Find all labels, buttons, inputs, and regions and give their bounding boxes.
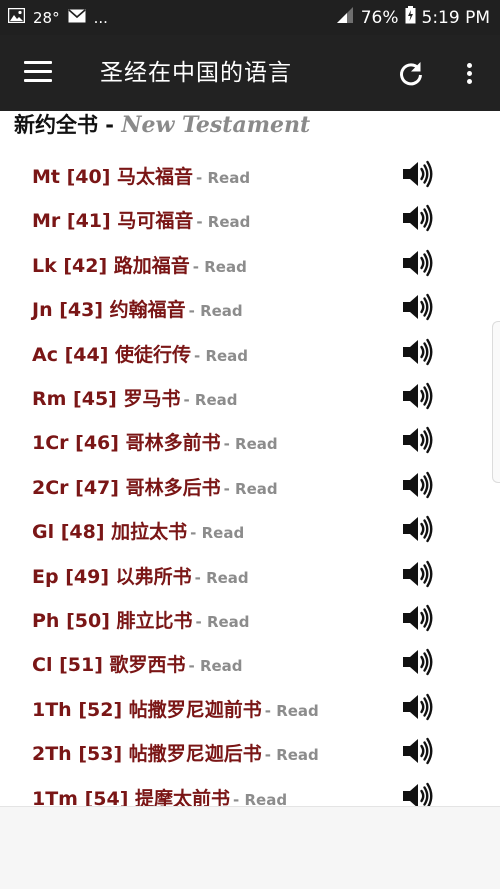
read-link[interactable]: - Read — [189, 302, 243, 320]
battery-percent: 76% — [360, 7, 399, 28]
speaker-icon[interactable] — [402, 736, 434, 766]
read-link[interactable]: - Read — [196, 613, 250, 631]
book-title[interactable]: Gl [48] 加拉太书 - Read — [32, 517, 244, 544]
gallery-icon — [7, 7, 26, 27]
book-row[interactable]: Cl [51] 歌罗西书 - Read — [0, 643, 500, 683]
speaker-icon[interactable] — [402, 647, 434, 677]
book-row[interactable]: 1Tm [54] 提摩太前书 - Read — [0, 777, 500, 806]
book-label: Rm [45] 罗马书 — [32, 388, 181, 410]
read-link[interactable]: - Read — [196, 213, 250, 231]
section-heading-separator: - — [98, 113, 122, 137]
read-link[interactable]: - Read — [265, 746, 319, 764]
book-label: Ep [49] 以弗所书 — [32, 565, 192, 588]
book-title[interactable]: Jn [43] 约翰福音 - Read — [32, 295, 243, 322]
book-label: Mr [41] 马可福音 — [32, 210, 194, 233]
book-label: 1Th [52] 帖撒罗尼迦前书 — [32, 698, 262, 721]
bottom-panel — [0, 806, 500, 889]
read-link[interactable]: - Read — [193, 258, 247, 276]
status-bar: 28° ... 76% 5:19 PM — [0, 0, 500, 35]
menu-icon[interactable] — [24, 61, 54, 85]
book-label: Lk [42] 路加福音 — [32, 254, 190, 277]
book-label: Cl [51] 歌罗西书 — [32, 654, 186, 677]
speaker-icon[interactable] — [402, 781, 434, 806]
signal-icon — [335, 7, 355, 28]
status-right: 76% 5:19 PM — [335, 0, 490, 35]
overflow-menu-icon[interactable] — [462, 59, 476, 89]
book-title[interactable]: 2Th [53] 帖撒罗尼迦后书 - Read — [32, 739, 319, 766]
speaker-icon[interactable] — [402, 203, 434, 233]
speaker-icon[interactable] — [402, 559, 434, 589]
book-title[interactable]: 1Cr [46] 哥林多前书 - Read — [32, 428, 278, 455]
read-link[interactable]: - Read — [195, 569, 249, 587]
speaker-icon[interactable] — [402, 337, 434, 367]
book-row[interactable]: Ph [50] 腓立比书 - Read — [0, 599, 500, 639]
mail-icon — [68, 8, 86, 27]
book-row[interactable]: Ac [44] 使徒行传 - Read — [0, 333, 500, 373]
book-label: Ac [44] 使徒行传 — [32, 343, 192, 366]
read-link[interactable]: - Read — [194, 347, 248, 365]
book-label: 1Cr [46] 哥林多前书 — [32, 432, 221, 455]
book-title[interactable]: Ph [50] 腓立比书 - Read — [32, 606, 250, 633]
clock-text: 5:19 PM — [421, 7, 491, 28]
read-link[interactable]: - Read — [265, 702, 319, 720]
book-title[interactable]: Ep [49] 以弗所书 - Read — [32, 562, 249, 589]
book-row[interactable]: Ep [49] 以弗所书 - Read — [0, 555, 500, 595]
book-row[interactable]: Jn [43] 约翰福音 - Read — [0, 288, 500, 328]
speaker-icon[interactable] — [402, 603, 434, 633]
read-link[interactable]: - Read — [190, 524, 244, 542]
read-link[interactable]: - Read — [224, 435, 278, 453]
book-label: Gl [48] 加拉太书 — [32, 521, 188, 544]
status-left: 28° ... — [7, 0, 108, 35]
refresh-icon[interactable] — [396, 59, 426, 89]
book-title[interactable]: Lk [42] 路加福音 - Read — [32, 251, 247, 278]
book-list-content[interactable]: 新约全书 - New Testament Mt [40] 马太福音 - Read M… — [0, 111, 500, 806]
book-label: Jn [43] 约翰福音 — [32, 299, 186, 322]
book-row[interactable]: 2Cr [47] 哥林多后书 - Read — [0, 466, 500, 506]
book-title[interactable]: Mr [41] 马可福音 - Read — [32, 206, 250, 233]
speaker-icon[interactable] — [402, 425, 434, 455]
book-label: 2Cr [47] 哥林多后书 — [32, 476, 221, 499]
speaker-icon[interactable] — [402, 692, 434, 722]
book-row[interactable]: Rm [45] 罗马书 - Read — [0, 377, 500, 417]
book-row[interactable]: Gl [48] 加拉太书 - Read — [0, 510, 500, 550]
speaker-icon[interactable] — [402, 381, 434, 411]
book-label: 1Tm [54] 提摩太前书 — [32, 787, 231, 806]
book-title[interactable]: Ac [44] 使徒行传 - Read — [32, 340, 248, 367]
speaker-icon[interactable] — [402, 292, 434, 322]
speaker-icon[interactable] — [402, 514, 434, 544]
read-link[interactable]: - Read — [183, 391, 237, 409]
book-row[interactable]: 1Th [52] 帖撒罗尼迦前书 - Read — [0, 688, 500, 728]
book-label: Mt [40] 马太福音 — [32, 166, 194, 188]
book-row[interactable]: 2Th [53] 帖撒罗尼迦后书 - Read — [0, 732, 500, 772]
speaker-icon[interactable] — [402, 159, 434, 189]
section-heading-chinese: 新约全书 — [14, 113, 98, 137]
speaker-icon[interactable] — [402, 248, 434, 278]
section-heading: 新约全书 - New Testament — [14, 111, 310, 141]
scroll-indicator[interactable] — [492, 321, 500, 483]
read-link[interactable]: - Read — [233, 791, 287, 806]
book-row[interactable]: 1Cr [46] 哥林多前书 - Read — [0, 421, 500, 461]
book-label: 2Th [53] 帖撒罗尼迦后书 — [32, 743, 262, 766]
book-row[interactable]: Mr [41] 马可福音 - Read — [0, 199, 500, 239]
read-link[interactable]: - Read — [224, 480, 278, 498]
speaker-icon[interactable] — [402, 470, 434, 500]
book-row[interactable]: Lk [42] 路加福音 - Read — [0, 244, 500, 284]
read-link[interactable]: - Read — [189, 657, 243, 675]
app-bar: 圣经在中国的语言 — [0, 35, 500, 111]
more-notifications-text: ... — [93, 8, 108, 27]
book-row[interactable]: Mt [40] 马太福音 - Read — [0, 155, 500, 195]
battery-charging-icon — [405, 6, 416, 29]
book-title[interactable]: Cl [51] 歌罗西书 - Read — [32, 650, 243, 677]
book-title[interactable]: 2Cr [47] 哥林多后书 - Read — [32, 473, 278, 500]
book-label: Ph [50] 腓立比书 — [32, 610, 193, 632]
app-title: 圣经在中国的语言 — [100, 60, 292, 86]
read-link[interactable]: - Read — [196, 169, 250, 187]
book-title[interactable]: Mt [40] 马太福音 - Read — [32, 162, 250, 189]
book-title[interactable]: Rm [45] 罗马书 - Read — [32, 384, 238, 411]
book-title[interactable]: 1Th [52] 帖撒罗尼迦前书 - Read — [32, 695, 319, 722]
temperature-text: 28° — [33, 8, 60, 27]
section-heading-english: New Testament — [121, 112, 311, 138]
book-title[interactable]: 1Tm [54] 提摩太前书 - Read — [32, 784, 287, 806]
